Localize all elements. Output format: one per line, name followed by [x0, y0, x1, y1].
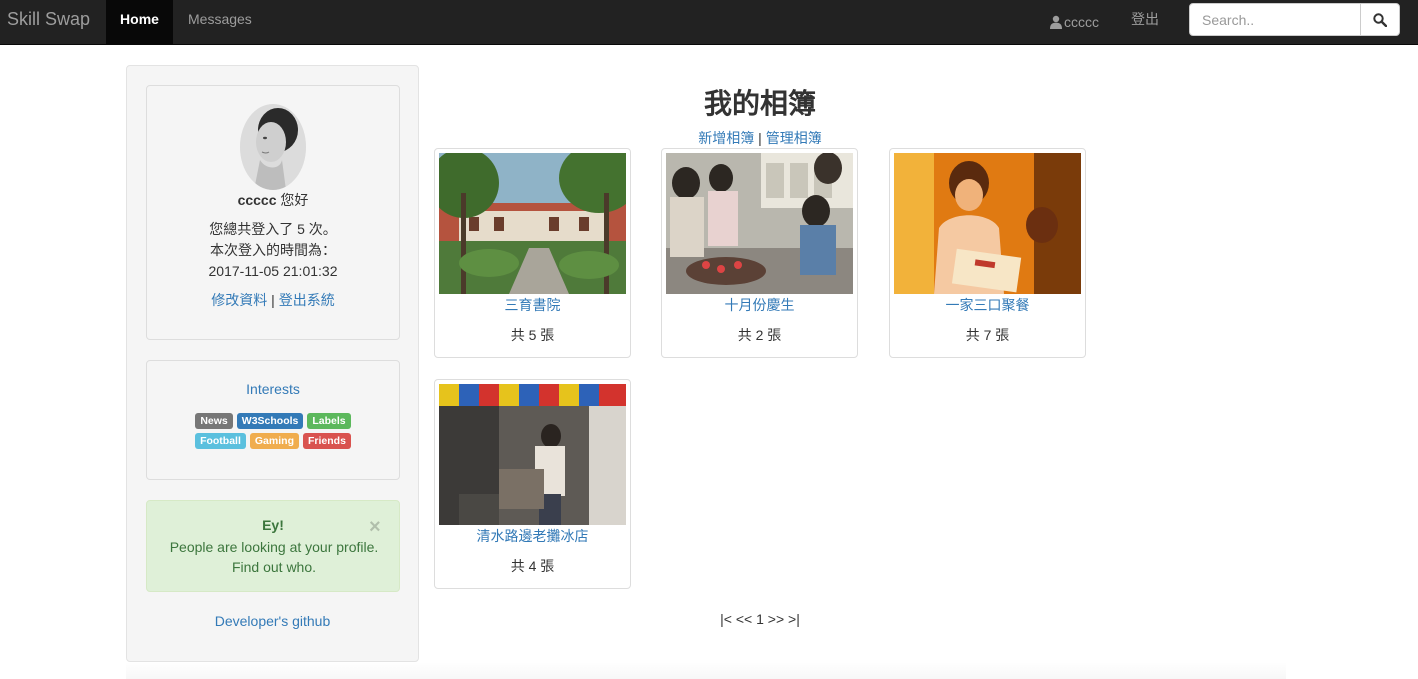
interest-label-w3schools[interactable]: W3Schools: [236, 413, 304, 429]
album-name[interactable]: 一家三口聚餐: [890, 295, 1085, 315]
profile-panel: ccccc 您好 您總共登入了 5 次。 本次登入的時間為： 2017-11-0…: [146, 85, 400, 340]
nav-home[interactable]: Home: [106, 0, 173, 44]
user-icon: [1050, 15, 1062, 29]
avatar: [240, 104, 306, 190]
interests-title[interactable]: Interests: [147, 381, 399, 397]
login-time: 2017-11-05 21:01:32: [208, 263, 338, 279]
login-time-label: 本次登入的時間為：: [210, 242, 336, 258]
login-info: 您總共登入了 5 次。 本次登入的時間為： 2017-11-05 21:01:3…: [147, 219, 399, 282]
profile-link-separator: |: [271, 292, 275, 308]
album-name[interactable]: 三育書院: [435, 295, 630, 315]
album-name[interactable]: 十月份慶生: [662, 295, 857, 315]
album-photo-count: 共 4 張: [510, 558, 555, 574]
logout-system-link[interactable]: 登出系統: [279, 292, 335, 308]
manage-album-link[interactable]: 管理相簿: [766, 130, 822, 146]
nav-user[interactable]: ccccc: [1049, 0, 1099, 44]
search-button[interactable]: [1360, 3, 1400, 36]
sidebar: ccccc 您好 您總共登入了 5 次。 本次登入的時間為： 2017-11-0…: [126, 65, 419, 662]
greeting-suffix: 您好: [276, 192, 309, 208]
album-cover-image[interactable]: [666, 153, 853, 294]
login-count: 您總共登入了 5 次。: [209, 221, 337, 237]
album-card: 清水路邊老攤冰店 共 4 張: [434, 379, 631, 589]
brand-logo[interactable]: Skill Swap: [7, 0, 90, 44]
edit-profile-link[interactable]: 修改資料: [211, 292, 267, 308]
album-photo-count: 共 2 張: [737, 327, 782, 343]
album-card: 一家三口聚餐 共 7 張: [889, 148, 1086, 358]
nav-messages[interactable]: Messages: [188, 0, 252, 44]
alert-title: Ey!: [262, 517, 284, 533]
pagination[interactable]: |< << 1 >> >|: [434, 611, 1086, 627]
album-cover-image[interactable]: [439, 384, 626, 525]
interests-panel: Interests News W3Schools Labels Football Ga…: [146, 360, 400, 480]
album-card: 十月份慶生 共 2 張: [661, 148, 858, 358]
alert-body: People are looking at your profile. Find…: [169, 539, 379, 575]
greeting-username: ccccc: [237, 192, 277, 208]
close-icon[interactable]: ×: [369, 517, 381, 537]
search-icon: [1373, 12, 1387, 27]
interest-label-news[interactable]: News: [195, 413, 233, 429]
developer-github-link[interactable]: Developer's github: [127, 613, 418, 629]
interest-label-labels[interactable]: Labels: [307, 413, 351, 429]
album-cover-image[interactable]: [439, 153, 626, 294]
greeting-text: ccccc 您好: [147, 190, 399, 210]
interest-label-football[interactable]: Football: [195, 433, 246, 449]
album-photo-count: 共 5 張: [510, 327, 555, 343]
interest-labels: News W3Schools Labels Football Gaming Friend…: [147, 413, 399, 453]
album-card: 三育書院 共 5 張: [434, 148, 631, 358]
profile-links: 修改資料 | 登出系統: [147, 290, 399, 310]
bottom-shade: [126, 662, 1286, 679]
page-title: 我的相簿: [703, 88, 816, 119]
profile-alert: Ey! People are looking at your profile. …: [146, 500, 400, 592]
album-cover-image[interactable]: [894, 153, 1081, 294]
album-actions-separator: |: [758, 130, 762, 146]
interest-label-friends[interactable]: Friends: [302, 433, 351, 449]
album-name[interactable]: 清水路邊老攤冰店: [435, 526, 630, 546]
search-input[interactable]: [1189, 3, 1361, 36]
top-navbar: Skill Swap Home Messages ccccc 登出: [0, 0, 1418, 45]
add-album-link[interactable]: 新增相簿: [698, 130, 754, 146]
album-actions: 新增相簿 | 管理相簿: [434, 128, 1086, 148]
nav-logout[interactable]: 登出: [1131, 0, 1159, 44]
nav-username: ccccc: [1064, 14, 1099, 30]
interest-label-gaming[interactable]: Gaming: [249, 433, 299, 449]
album-photo-count: 共 7 張: [965, 327, 1010, 343]
